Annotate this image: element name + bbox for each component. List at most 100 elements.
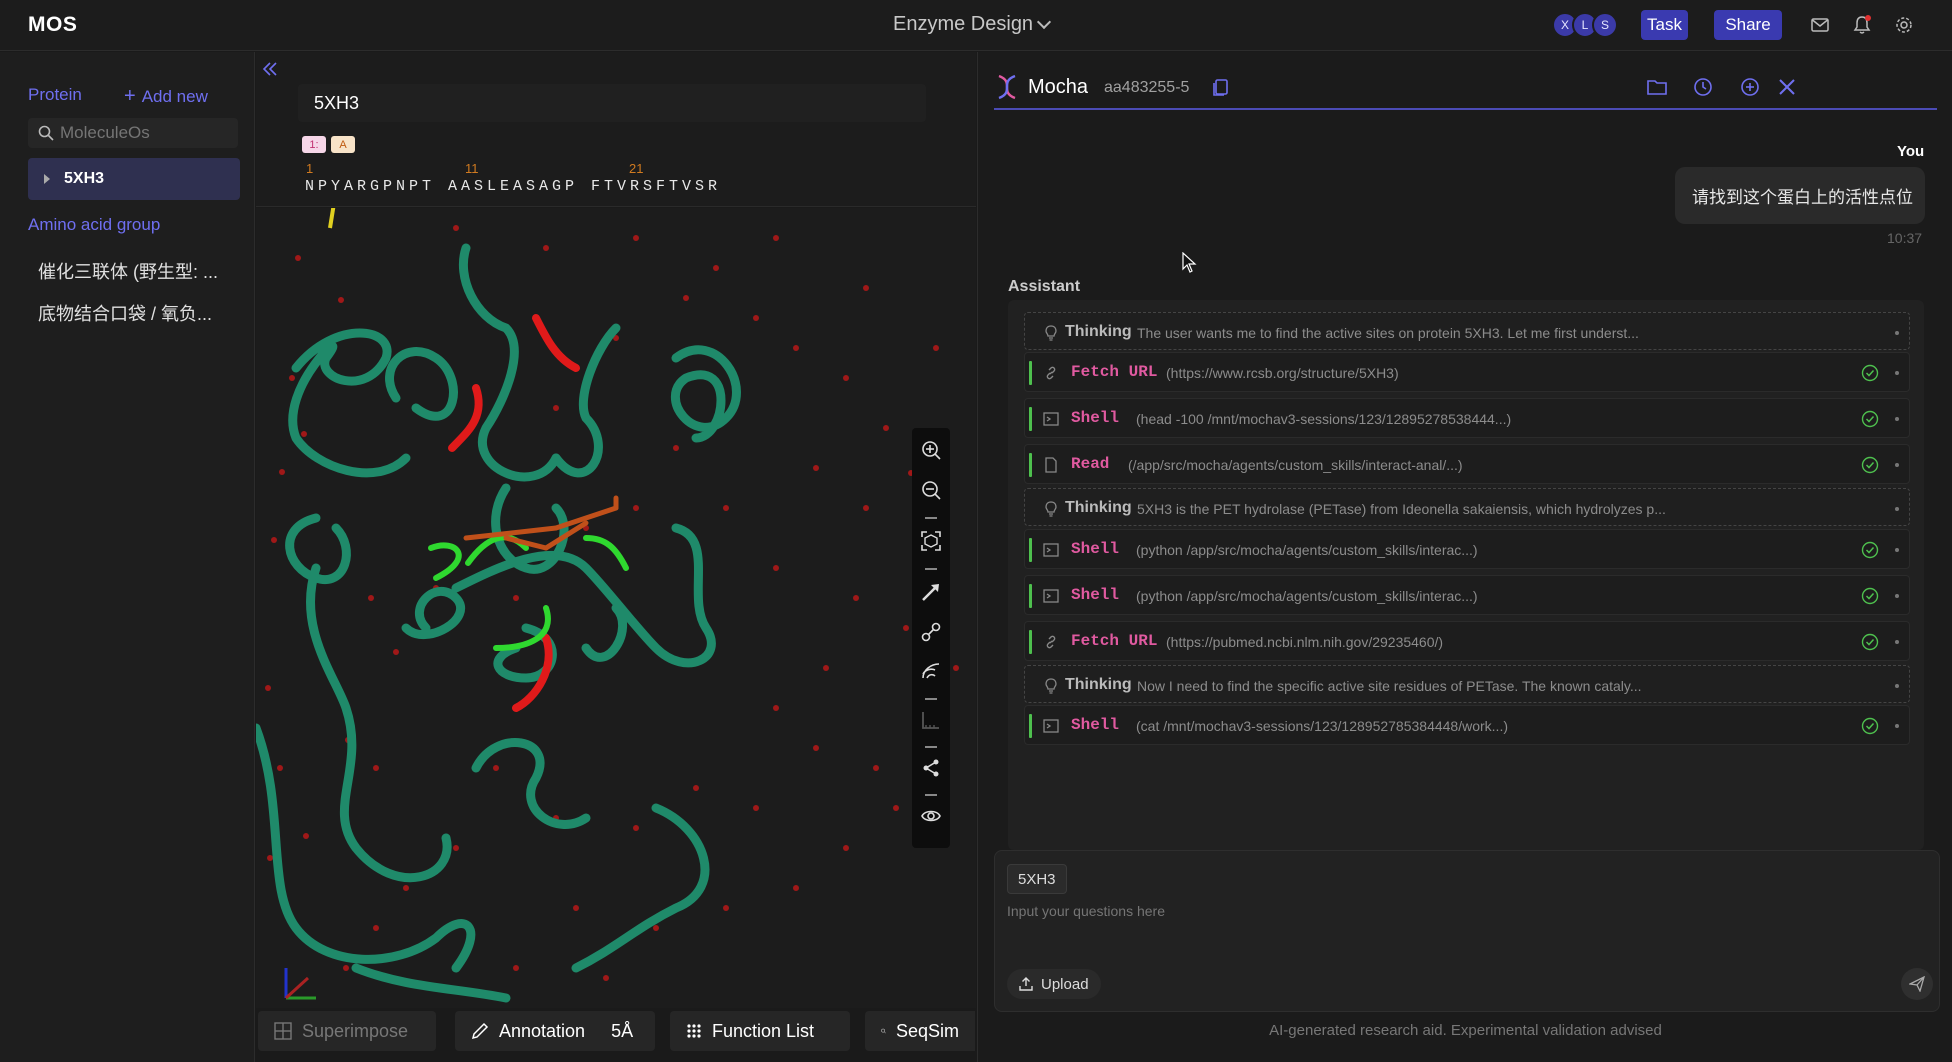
add-new-button[interactable]: + Add new <box>124 85 208 108</box>
amino-acid-group-header[interactable]: Amino acid group <box>28 215 160 235</box>
search-icon <box>38 125 54 141</box>
protein-3d-viewer[interactable] <box>256 208 976 1008</box>
terminal-icon <box>1043 412 1059 426</box>
protein-item-5xh3[interactable]: 5XH3 <box>28 158 240 200</box>
check-circle-icon <box>1861 541 1879 559</box>
tool-step[interactable]: Shell (cat /mnt/mochav3-sessions/123/128… <box>1024 705 1910 745</box>
project-switcher[interactable]: Enzyme Design <box>893 13 1052 36</box>
residue-index: 1 <box>306 161 314 176</box>
more-icon[interactable] <box>1895 463 1899 467</box>
sequence-panel: 5XH3 1: A 1 11 21 NPYARGPNPT AASLEASAGP … <box>256 52 976 207</box>
share-button[interactable]: Share <box>1714 10 1782 40</box>
annotation-distance[interactable]: 5Å <box>611 1021 633 1042</box>
check-circle-icon <box>1861 717 1879 735</box>
step-name: Shell <box>1071 409 1120 427</box>
folder-icon[interactable] <box>1646 76 1668 98</box>
toolbar-divider <box>925 568 937 570</box>
tool-step[interactable]: Shell (head -100 /mnt/mochav3-sessions/1… <box>1024 398 1910 438</box>
thinking-step[interactable]: Thinking The user wants me to find the a… <box>1024 312 1910 350</box>
residue-index: 21 <box>629 161 644 176</box>
app-brand[interactable]: MOS <box>28 13 77 37</box>
tool-step[interactable]: Shell (python /app/src/mocha/agents/cust… <box>1024 529 1910 569</box>
session-id: aa483255-5 <box>1104 79 1190 96</box>
collapse-left-icon[interactable] <box>262 62 278 81</box>
mail-icon[interactable] <box>1809 14 1831 36</box>
amino-group-item[interactable]: 催化三联体 (野生型: ... <box>38 258 218 284</box>
step-detail: Now I need to find the specific active s… <box>1137 678 1642 694</box>
more-icon[interactable] <box>1895 331 1899 335</box>
copy-icon[interactable] <box>1210 76 1232 98</box>
zoom-out-icon[interactable] <box>921 480 941 500</box>
function-list-label: Function List <box>712 1020 815 1041</box>
sequence-title: 5XH3 <box>298 84 926 122</box>
more-icon[interactable] <box>1895 417 1899 421</box>
protein-header[interactable]: Protein <box>28 85 82 105</box>
lightbulb-icon <box>1045 678 1057 694</box>
question-input[interactable] <box>1007 903 1887 919</box>
superimpose-button[interactable]: Superimpose <box>258 1011 436 1051</box>
molecule-search[interactable] <box>28 118 238 148</box>
search-icon <box>881 1028 886 1034</box>
tool-step[interactable]: Fetch URL (https://www.rcsb.org/structur… <box>1024 352 1910 392</box>
measure-tool-icon[interactable] <box>921 710 941 730</box>
more-icon[interactable] <box>1895 640 1899 644</box>
new-chat-icon[interactable] <box>1739 76 1761 98</box>
upload-button[interactable]: Upload <box>1007 969 1101 999</box>
send-button[interactable] <box>1901 968 1933 1000</box>
tool-step[interactable]: Shell (python /app/src/mocha/agents/cust… <box>1024 575 1910 615</box>
annotation-label: Annotation <box>499 1020 586 1041</box>
thinking-step[interactable]: Thinking Now I need to find the specific… <box>1024 665 1910 703</box>
search-input[interactable] <box>60 123 230 143</box>
seqsim-button[interactable]: SeqSim <box>865 1011 975 1051</box>
more-icon[interactable] <box>1895 548 1899 552</box>
amino-group-item[interactable]: 底物结合口袋 / 氧负... <box>38 300 212 326</box>
eye-icon[interactable] <box>921 806 941 826</box>
residue-index: 11 <box>465 161 479 176</box>
check-circle-icon <box>1861 364 1879 382</box>
chain-letter-chip[interactable]: A <box>331 136 355 153</box>
agent-steps: Thinking The user wants me to find the a… <box>1008 300 1924 850</box>
bond-tool-icon[interactable] <box>921 622 941 642</box>
terminal-icon <box>1043 719 1059 733</box>
function-list-button[interactable]: Function List <box>670 1011 850 1051</box>
assistant-label: Assistant <box>1008 278 1081 295</box>
check-circle-icon <box>1861 456 1879 474</box>
status-bar <box>1029 361 1032 385</box>
more-icon[interactable] <box>1895 371 1899 375</box>
thinking-step[interactable]: Thinking 5XH3 is the PET hydrolase (PETa… <box>1024 488 1910 526</box>
task-button[interactable]: Task <box>1641 10 1688 40</box>
more-icon[interactable] <box>1895 594 1899 598</box>
collaborator-avatars[interactable]: X L S <box>1552 12 1618 38</box>
pointer-tool-icon[interactable] <box>921 582 941 602</box>
center-view-icon[interactable] <box>921 531 941 551</box>
protein-item-label: 5XH3 <box>64 170 105 187</box>
bell-icon[interactable] <box>1851 14 1873 36</box>
step-name: Shell <box>1071 716 1120 734</box>
zoom-in-icon[interactable] <box>921 440 941 460</box>
surface-tool-icon[interactable] <box>921 660 941 680</box>
more-icon[interactable] <box>1895 724 1899 728</box>
close-icon[interactable] <box>1776 76 1798 98</box>
avatar[interactable]: S <box>1592 12 1618 38</box>
gear-icon[interactable] <box>1893 14 1915 36</box>
chain-number-chip[interactable]: 1: <box>302 136 326 153</box>
context-chip[interactable]: 5XH3 <box>1007 864 1067 894</box>
more-icon[interactable] <box>1895 684 1899 688</box>
step-name: Thinking <box>1065 323 1132 340</box>
sequence-residues[interactable]: NPYARGPNPT AASLEASAGP FTVRSFTVSR <box>305 178 721 195</box>
protein-structure-render[interactable] <box>256 208 976 1008</box>
history-icon[interactable] <box>1692 76 1714 98</box>
toolbar-divider <box>925 746 937 748</box>
step-name: Thinking <box>1065 676 1132 693</box>
link-icon <box>1046 366 1056 380</box>
status-bar <box>1029 630 1032 654</box>
check-circle-icon <box>1861 587 1879 605</box>
tool-step[interactable]: Read (/app/src/mocha/agents/custom_skill… <box>1024 444 1910 484</box>
status-bar <box>1029 538 1032 562</box>
more-icon[interactable] <box>1895 507 1899 511</box>
step-name: Shell <box>1071 586 1120 604</box>
tool-step[interactable]: Fetch URL (https://pubmed.ncbi.nlm.nih.g… <box>1024 621 1910 661</box>
expand-triangle-icon[interactable] <box>44 174 50 184</box>
annotation-button[interactable]: Annotation 5Å <box>455 1011 655 1051</box>
share-nodes-icon[interactable] <box>921 758 941 778</box>
